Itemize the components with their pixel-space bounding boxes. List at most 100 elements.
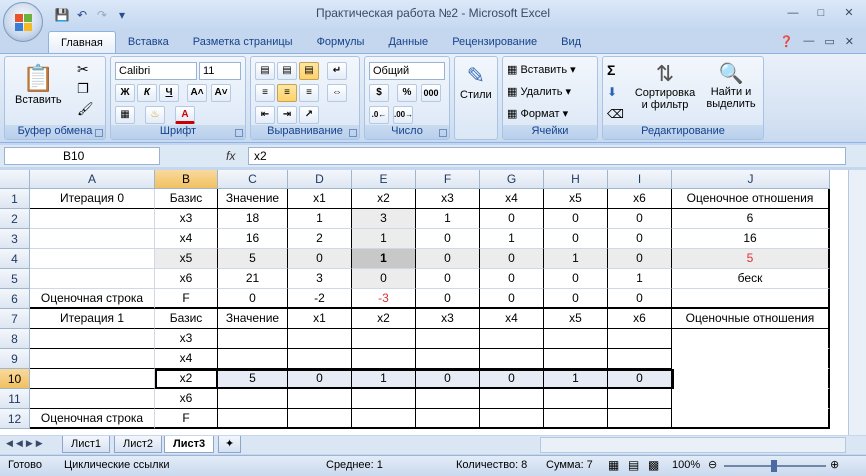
cell-D5[interactable]: 3	[288, 269, 352, 289]
cell-I7[interactable]: x6	[608, 309, 672, 329]
column-header-E[interactable]: E	[352, 170, 416, 189]
font-size-select[interactable]: 11	[199, 62, 241, 80]
cell-J11[interactable]	[672, 389, 830, 409]
cell-E6[interactable]: -3	[352, 289, 416, 309]
vertical-scrollbar[interactable]	[848, 170, 866, 435]
cell-F4[interactable]: 0	[416, 249, 480, 269]
cell-G12[interactable]	[480, 409, 544, 429]
align-top-icon[interactable]: ▤	[255, 62, 275, 80]
orientation-icon[interactable]: ↗	[299, 106, 319, 124]
cell-F1[interactable]: x3	[416, 189, 480, 209]
cell-G4[interactable]: 0	[480, 249, 544, 269]
cell-H11[interactable]	[544, 389, 608, 409]
italic-button[interactable]: К	[137, 84, 157, 102]
cell-D9[interactable]	[288, 349, 352, 369]
cell-F12[interactable]	[416, 409, 480, 429]
align-right-icon[interactable]: ≡	[299, 84, 319, 102]
row-header-7[interactable]: 7	[0, 309, 30, 329]
close-icon[interactable]: ✕	[836, 4, 862, 22]
cell-J1[interactable]: Оценочное отношения	[672, 189, 830, 209]
fill-color-icon[interactable]: ♨	[145, 106, 165, 124]
tab-home[interactable]: Главная	[48, 31, 116, 53]
cell-I12[interactable]	[608, 409, 672, 429]
cell-B1[interactable]: Базис	[155, 189, 218, 209]
format-painter-icon[interactable]: 🖌	[77, 101, 94, 117]
cell-E5[interactable]: 0	[352, 269, 416, 289]
cell-C7[interactable]: Значение	[218, 309, 288, 329]
column-header-A[interactable]: A	[30, 170, 155, 189]
row-header-4[interactable]: 4	[0, 249, 30, 269]
sheet-tab-3[interactable]: Лист3	[164, 436, 215, 453]
align-center-icon[interactable]: ≡	[277, 84, 297, 102]
font-dialog-launcher-icon[interactable]	[235, 129, 243, 137]
minimize-icon[interactable]: —	[780, 4, 806, 22]
status-circular-refs[interactable]: Циклические ссылки	[64, 459, 170, 471]
grow-font-icon[interactable]: A˄	[187, 84, 207, 102]
fill-icon[interactable]: ⬇	[607, 85, 617, 99]
cell-D3[interactable]: 2	[288, 229, 352, 249]
name-box[interactable]: B10	[4, 147, 160, 165]
cell-B5[interactable]: x6	[155, 269, 218, 289]
insert-sheet-icon[interactable]: ✦	[218, 436, 242, 453]
cell-H7[interactable]: x5	[544, 309, 608, 329]
paste-button[interactable]: 📋 Вставить	[15, 63, 62, 106]
cell-I8[interactable]	[608, 329, 672, 349]
cell-G9[interactable]	[480, 349, 544, 369]
cell-G11[interactable]	[480, 389, 544, 409]
cell-H4[interactable]: 1	[544, 249, 608, 269]
autosum-icon[interactable]: Σ	[607, 62, 615, 78]
cell-H12[interactable]	[544, 409, 608, 429]
cell-B7[interactable]: Базис	[155, 309, 218, 329]
underline-button[interactable]: Ч	[159, 84, 179, 102]
sheet-tab-2[interactable]: Лист2	[114, 436, 163, 453]
insert-cells-button[interactable]: ▦ Вставить ▾	[507, 63, 576, 77]
cell-C11[interactable]	[218, 389, 288, 409]
horizontal-scrollbar[interactable]	[540, 437, 846, 453]
cell-H1[interactable]: x5	[544, 189, 608, 209]
cell-J3[interactable]: 16	[672, 229, 830, 249]
cell-H8[interactable]	[544, 329, 608, 349]
page-layout-view-icon[interactable]: ▤	[628, 458, 639, 472]
row-header-11[interactable]: 11	[0, 389, 30, 409]
cell-G10[interactable]: 0	[480, 369, 544, 389]
page-break-view-icon[interactable]: ▩	[648, 458, 659, 472]
number-dialog-launcher-icon[interactable]	[439, 129, 447, 137]
font-color-icon[interactable]: A	[175, 106, 195, 124]
cell-C4[interactable]: 5	[218, 249, 288, 269]
tab-insert[interactable]: Вставка	[116, 31, 181, 53]
column-header-G[interactable]: G	[480, 170, 544, 189]
clear-icon[interactable]: ⌫	[607, 107, 624, 121]
sort-filter-button[interactable]: ⇅ Сортировка и фильтр	[631, 61, 699, 111]
cell-I9[interactable]	[608, 349, 672, 369]
column-header-B[interactable]: B	[155, 170, 218, 189]
delete-cells-button[interactable]: ▦ Удалить ▾	[507, 85, 571, 99]
cell-I4[interactable]: 0	[608, 249, 672, 269]
cell-A8[interactable]	[30, 329, 155, 349]
cell-F10[interactable]: 0	[416, 369, 480, 389]
cell-J5[interactable]: беск	[672, 269, 830, 289]
bold-button[interactable]: Ж	[115, 84, 135, 102]
cell-D11[interactable]	[288, 389, 352, 409]
row-header-9[interactable]: 9	[0, 349, 30, 369]
percent-button[interactable]: %	[397, 84, 417, 102]
decrease-indent-icon[interactable]: ⇤	[255, 106, 275, 124]
cell-F8[interactable]	[416, 329, 480, 349]
zoom-out-icon[interactable]: ⊖	[708, 458, 717, 471]
row-header-5[interactable]: 5	[0, 269, 30, 289]
doc-restore-icon[interactable]: ▭	[824, 35, 834, 48]
copy-icon[interactable]: ❐	[77, 81, 89, 97]
increase-indent-icon[interactable]: ⇥	[277, 106, 297, 124]
cell-G2[interactable]: 0	[480, 209, 544, 229]
shrink-font-icon[interactable]: A˅	[211, 84, 231, 102]
zoom-level[interactable]: 100%	[672, 459, 700, 471]
cell-B8[interactable]: x3	[155, 329, 218, 349]
cell-G6[interactable]: 0	[480, 289, 544, 309]
sheet-tab-1[interactable]: Лист1	[62, 436, 111, 453]
cell-E10[interactable]: 1	[352, 369, 416, 389]
column-header-I[interactable]: I	[608, 170, 672, 189]
row-header-12[interactable]: 12	[0, 409, 30, 429]
align-bottom-icon[interactable]: ▤	[299, 62, 319, 80]
cell-J7[interactable]: Оценочные отношения	[672, 309, 830, 329]
cell-H5[interactable]: 0	[544, 269, 608, 289]
cell-E3[interactable]: 1	[352, 229, 416, 249]
